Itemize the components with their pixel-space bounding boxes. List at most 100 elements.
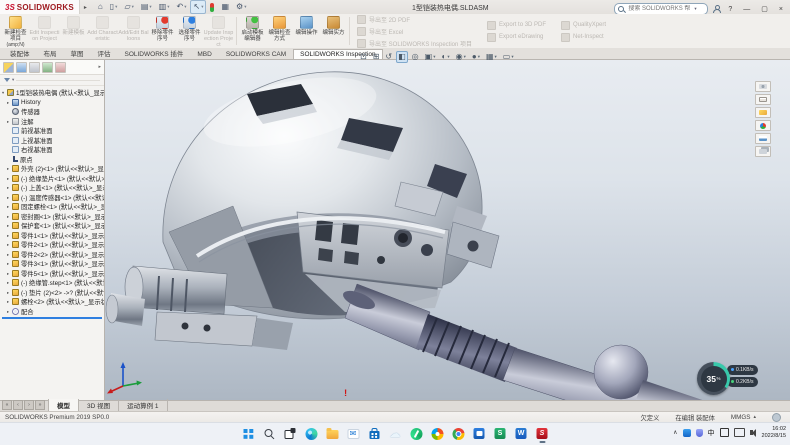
new-template-button[interactable]: 新建模板	[60, 14, 87, 48]
tree-item-component[interactable]: ▸(-) 温度传感器<1> (默认<<默认>_	[0, 193, 104, 203]
edit-appearance-icon[interactable]: ●▾	[470, 51, 482, 63]
graphics-area[interactable]	[105, 60, 790, 400]
zoom-to-fit-icon[interactable]: ⊡	[358, 51, 369, 63]
taskbar-search-icon[interactable]	[263, 427, 276, 440]
tab-mbd[interactable]: MBD	[190, 49, 218, 60]
tree-item-component[interactable]: ▸密封圈<1> (默认<<默认>_显示状	[0, 212, 104, 222]
tab-evaluate[interactable]: 评估	[91, 46, 118, 60]
filter-caret-icon[interactable]: ▾	[12, 77, 14, 83]
tab-strip-overflow-icon[interactable]: ▸	[98, 64, 101, 70]
add-edit-balloons-button[interactable]: Add/Edit Balloons	[118, 14, 149, 48]
tree-item-annotations[interactable]: ▸注解	[0, 117, 104, 127]
export-excel-button[interactable]: 导出至 Excel	[357, 27, 472, 36]
export-edrawing-button[interactable]: Export eDrawing	[487, 33, 546, 42]
edit-instance-button[interactable]: 编辑实方	[320, 14, 347, 48]
restore-button[interactable]: ▢	[758, 5, 771, 13]
start-button[interactable]	[242, 427, 255, 440]
login-user-icon[interactable]	[713, 5, 720, 13]
design-library-tab-icon[interactable]	[755, 94, 771, 105]
tree-item-component[interactable]: ▸固定螺栓<1> (默认<<默认>_显示	[0, 202, 104, 212]
3d-model-canvas[interactable]	[105, 60, 790, 400]
tree-item-component[interactable]: ▸零件2<1> (默认<<默认>_显示状	[0, 240, 104, 250]
hide-show-items-icon[interactable]: ◉▾	[454, 51, 468, 63]
edit-inspection-method-button[interactable]: 编辑检查方式	[266, 14, 293, 48]
tray-volume-icon[interactable]	[750, 430, 753, 435]
green-circle-app-icon[interactable]	[410, 427, 423, 440]
filter-funnel-icon[interactable]	[4, 78, 10, 82]
undo-button[interactable]: ↶▾	[174, 0, 190, 14]
file-properties-button[interactable]: ▦	[218, 0, 232, 14]
ime-mode-icon[interactable]	[720, 428, 729, 437]
tray-overflow-chevron-icon[interactable]: ∧	[673, 429, 677, 436]
ime-language-indicator[interactable]: 中	[708, 428, 715, 438]
search-dropdown-caret-icon[interactable]: ▾	[694, 6, 696, 12]
tab-addins[interactable]: SOLIDWORKS 插件	[118, 46, 191, 60]
mail-app-icon[interactable]: ✉	[347, 427, 360, 440]
menu-flyout-arrow[interactable]: ▸	[84, 4, 87, 11]
tree-item-mates[interactable]: ▸配合	[0, 307, 104, 317]
select-balloons-button[interactable]: 选择零件序号	[176, 14, 203, 48]
section-view-icon[interactable]: ◧	[396, 51, 408, 63]
tab-assembly[interactable]: 装配体	[3, 46, 37, 60]
tree-item-origin[interactable]: 原点	[0, 155, 104, 165]
tree-item-component[interactable]: ▸螺栓<2> (默认<<默认>_显示状态	[0, 297, 104, 307]
custom-properties-tab-icon[interactable]	[755, 146, 771, 157]
tree-item-component[interactable]: ▸(-) 绝缘垫片<1> (默认<<默认>_显	[0, 174, 104, 184]
save-button[interactable]: ▤▾	[138, 0, 155, 14]
launch-template-editor-button[interactable]: 启动模板编辑器	[239, 14, 266, 48]
new-inspection-project-button[interactable]: 新建检查项目 (amp;N)	[2, 14, 29, 48]
print-button[interactable]: ▥▾	[156, 0, 173, 14]
tree-item-right-plane[interactable]: 右视基准面	[0, 145, 104, 155]
add-characteristic-button[interactable]: Add Characteristic	[87, 14, 118, 48]
tray-shield-icon[interactable]	[696, 429, 703, 437]
tab-scroll-last-button[interactable]: »	[35, 400, 45, 410]
tree-item-component[interactable]: ▸零件3<1> (默认<<默认>_显示状	[0, 259, 104, 269]
word-app-icon[interactable]: W	[515, 427, 528, 440]
dimxpert-manager-tab-icon[interactable]	[42, 62, 53, 73]
close-button[interactable]: ×	[776, 6, 786, 13]
new-document-button[interactable]: ▯▾	[107, 0, 121, 14]
tab-scroll-next-button[interactable]: ›	[24, 400, 34, 410]
tree-item-component[interactable]: ▸零件5<1> (默认<<默认>_显示状	[0, 269, 104, 279]
tree-item-component[interactable]: ▸(-) 绝缘管.step<1> (默认<<默认>	[0, 278, 104, 288]
open-button[interactable]: ▱▾	[121, 0, 136, 14]
view-orientation-icon[interactable]: ▣▾	[423, 51, 438, 63]
options-button[interactable]: ⚙▾	[233, 0, 249, 14]
chrome-browser-icon[interactable]	[452, 427, 465, 440]
solidworks-taskbar-icon[interactable]: S	[536, 427, 549, 440]
home-button[interactable]: ⌂	[95, 0, 106, 14]
minimize-button[interactable]: —	[740, 6, 753, 13]
tab-model[interactable]: 模型	[48, 399, 79, 411]
tree-item-component[interactable]: ▸(-) 垫片 (2)<2> ->? (默认<<默认>	[0, 288, 104, 298]
tab-scroll-first-button[interactable]: «	[2, 400, 12, 410]
appearances-tab-icon[interactable]	[755, 120, 771, 131]
remove-balloons-button[interactable]: 移除零件序号	[149, 14, 176, 48]
tree-item-sensors[interactable]: 传感器	[0, 107, 104, 117]
annotation-visibility-icon[interactable]: ◎	[410, 51, 421, 63]
zoom-to-area-icon[interactable]: ⊞	[371, 51, 382, 63]
view-settings-icon[interactable]: ▭▾	[501, 51, 516, 63]
status-tag-icon[interactable]	[772, 413, 781, 422]
qualityxpert-button[interactable]: QualityXpert	[561, 21, 606, 30]
help-button[interactable]: ?	[725, 6, 735, 13]
featuremanager-tree-tab-icon[interactable]	[3, 62, 14, 73]
edit-inspection-project-button[interactable]: Edit Inspection Project	[29, 14, 60, 48]
tree-item-component[interactable]: ▸保护套<1> (默认<<默认>_显示状	[0, 221, 104, 231]
green-docs-app-icon[interactable]: S	[494, 427, 507, 440]
tray-blue-app-icon[interactable]	[683, 429, 691, 437]
tree-item-component[interactable]: ▸零件2<2> (默认<<默认>_显示状	[0, 250, 104, 260]
tree-item-assembly-root[interactable]: ▾1型铠装热电偶 (默认<默认_显示状态-1>	[0, 88, 104, 98]
microsoft-store-icon[interactable]	[368, 427, 381, 440]
network-speed-widget[interactable]: 0.1KB/s 0.2KB/s 35%	[697, 362, 763, 396]
display-style-icon[interactable]: ◐▾	[439, 51, 451, 63]
tab-sketch[interactable]: 草图	[64, 46, 91, 60]
tab-layout[interactable]: 布局	[37, 46, 64, 60]
tree-item-front-plane[interactable]: 前视基准面	[0, 126, 104, 136]
tree-rollback-bar[interactable]	[2, 317, 102, 319]
property-manager-tab-icon[interactable]	[16, 62, 27, 73]
display-manager-tab-icon[interactable]	[55, 62, 66, 73]
tree-item-history[interactable]: ▸History	[0, 98, 104, 108]
edit-operation-button[interactable]: 编辑操作	[293, 14, 320, 48]
photos-app-icon[interactable]	[431, 427, 444, 440]
task-view-icon[interactable]	[284, 427, 297, 440]
